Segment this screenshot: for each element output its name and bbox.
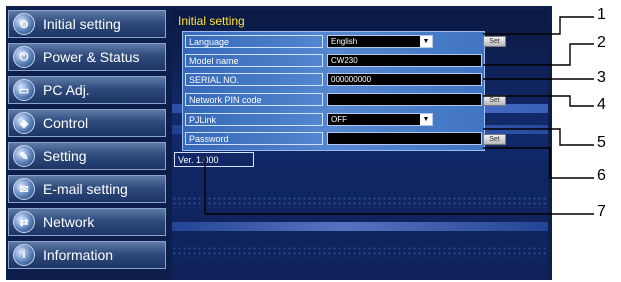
callout-number: 1: [597, 6, 606, 23]
callout-number: 2: [597, 34, 606, 51]
callout-number: 4: [597, 96, 606, 113]
callout-number: 5: [597, 134, 606, 151]
callout-number: 7: [597, 203, 606, 220]
callout-lines: [204, 16, 594, 215]
callout-number: 3: [597, 69, 606, 86]
callout-number: 6: [597, 167, 606, 184]
